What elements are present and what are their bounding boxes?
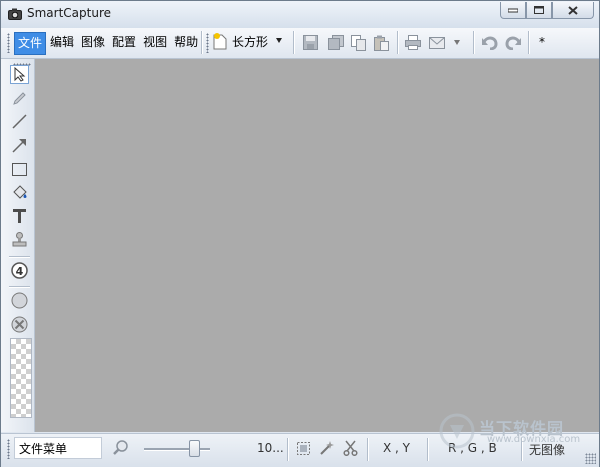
- toolbar-separator: [293, 31, 295, 54]
- paste-icon: [374, 35, 389, 51]
- minimize-button[interactable]: [500, 2, 526, 19]
- toolbar-separator: [528, 31, 530, 54]
- maximize-button[interactable]: [526, 2, 552, 19]
- title-bar: SmartCapture: [1, 1, 599, 28]
- close-icon: [568, 5, 578, 15]
- main-toolbar: 文件 编辑 图像 配置 视图 帮助 长方形 *: [1, 28, 599, 59]
- print-button[interactable]: [404, 34, 421, 51]
- menu-bar: 文件 编辑 图像 配置 视图 帮助: [14, 32, 202, 55]
- magic-wand-icon[interactable]: [319, 440, 335, 456]
- menu-edit[interactable]: 编辑: [47, 32, 77, 53]
- scissors-icon[interactable]: [343, 440, 358, 456]
- image-canvas[interactable]: [35, 59, 599, 432]
- minimize-icon: [508, 8, 518, 13]
- circle-icon: [11, 292, 28, 309]
- toolbar-grip[interactable]: [7, 33, 10, 53]
- zoom-magnifier-icon[interactable]: [113, 440, 129, 456]
- save-button[interactable]: [302, 34, 319, 51]
- statusbar-grip[interactable]: [7, 439, 10, 459]
- copy-button[interactable]: [350, 34, 367, 51]
- arrow-icon: [12, 139, 26, 153]
- status-separator: [287, 438, 289, 461]
- menu-config[interactable]: 配置: [109, 32, 139, 53]
- cursor-coords: X , Y: [383, 441, 410, 455]
- close-button[interactable]: [552, 2, 594, 19]
- print-icon: [404, 35, 421, 50]
- tool-number-marker[interactable]: 4: [10, 261, 29, 280]
- app-window: SmartCapture 文件 编辑 图像 配置 视图 帮助 长方形 * 4 文…: [0, 0, 600, 467]
- copy-icon: [351, 34, 366, 51]
- tool-fill[interactable]: [10, 183, 29, 202]
- palette-separator: [9, 286, 30, 288]
- crop-select-icon[interactable]: [296, 441, 311, 456]
- menu-file[interactable]: 文件: [14, 32, 47, 55]
- line-icon: [12, 114, 27, 129]
- paste-button[interactable]: [373, 34, 390, 51]
- undo-button[interactable]: [481, 34, 498, 51]
- camera-icon: [8, 8, 22, 20]
- chevron-down-icon: [454, 40, 460, 45]
- redo-button[interactable]: [504, 34, 521, 51]
- paint-bucket-icon: [12, 184, 27, 199]
- color-swatch[interactable]: [10, 338, 32, 418]
- rectangle-icon: [12, 163, 27, 176]
- shape-dropdown-arrow-icon[interactable]: [276, 38, 282, 43]
- tool-clear[interactable]: [10, 315, 29, 334]
- palette-separator: [9, 256, 30, 258]
- tool-ellipse[interactable]: [10, 291, 29, 310]
- cursor-arrow-icon: [14, 67, 25, 82]
- modified-marker: *: [539, 35, 545, 49]
- pencil-icon: [13, 92, 26, 105]
- tool-line[interactable]: [10, 112, 29, 131]
- tool-palette: 4: [1, 59, 35, 432]
- tool-stamp[interactable]: [10, 230, 29, 249]
- toolbar-separator: [397, 31, 399, 54]
- zoom-slider-track[interactable]: [144, 448, 210, 451]
- maximize-icon: [534, 6, 544, 14]
- save-all-icon: [327, 35, 344, 50]
- menu-view[interactable]: 视图: [140, 32, 170, 53]
- tool-select[interactable]: [10, 65, 29, 84]
- tool-pencil[interactable]: [10, 89, 29, 108]
- tool-rectangle[interactable]: [10, 160, 29, 179]
- undo-icon: [481, 36, 498, 50]
- toolbar-grip[interactable]: [206, 33, 209, 53]
- email-button[interactable]: [428, 34, 445, 51]
- svg-text:4: 4: [16, 265, 24, 278]
- toolbar-separator: [473, 31, 475, 54]
- email-icon: [428, 36, 445, 49]
- status-separator: [427, 438, 429, 461]
- redo-icon: [504, 36, 521, 50]
- text-t-icon: [13, 208, 26, 223]
- menu-hint-field: 文件菜单: [14, 437, 102, 459]
- shape-label: 长方形: [232, 35, 269, 49]
- window-title: SmartCapture: [27, 6, 112, 20]
- watermark-url: www.downxia.com: [487, 434, 581, 445]
- cancel-circle-icon: [11, 316, 28, 333]
- new-document-icon: [213, 33, 227, 50]
- resize-grip[interactable]: [585, 453, 596, 464]
- status-separator: [367, 438, 369, 461]
- save-all-button[interactable]: [327, 34, 344, 51]
- shape-selector[interactable]: 长方形: [213, 33, 268, 50]
- tool-text[interactable]: [10, 206, 29, 225]
- numbered-circle-4-icon: 4: [11, 262, 28, 279]
- menu-image[interactable]: 图像: [78, 32, 108, 53]
- save-icon: [303, 35, 318, 50]
- toolbar-separator: [201, 31, 203, 54]
- zoom-slider-thumb[interactable]: [189, 440, 200, 457]
- watermark-logo-icon: [439, 413, 475, 449]
- email-dropdown-button[interactable]: [452, 34, 462, 51]
- zoom-value: 10...: [257, 441, 284, 455]
- menu-help[interactable]: 帮助: [171, 32, 201, 53]
- tool-arrow[interactable]: [10, 136, 29, 155]
- stamp-icon: [12, 232, 27, 247]
